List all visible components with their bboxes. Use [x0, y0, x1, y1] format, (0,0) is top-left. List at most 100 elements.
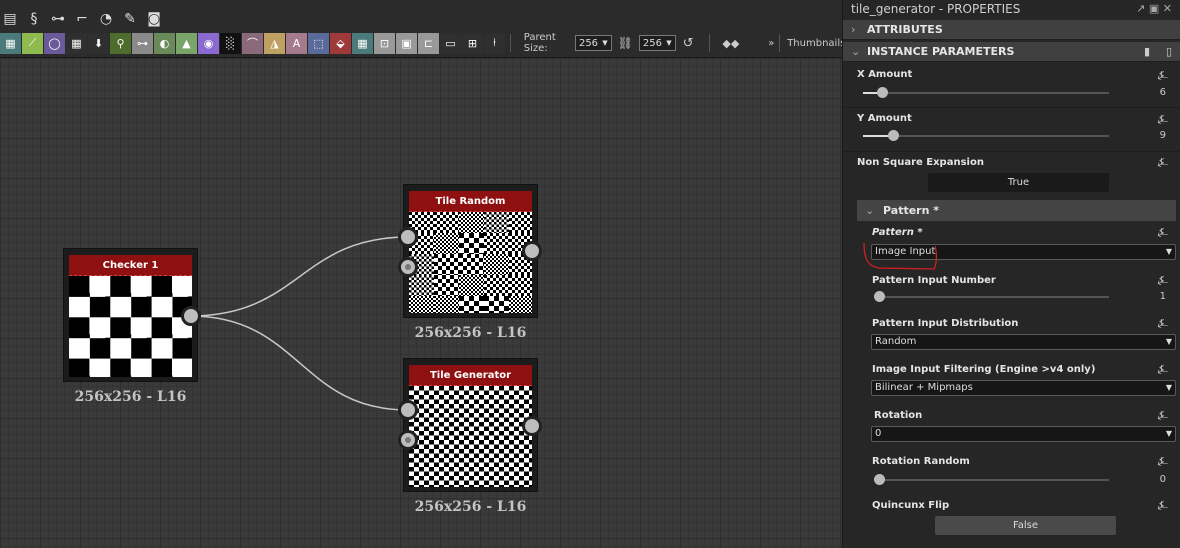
input-icon[interactable]: ⊡ — [374, 32, 395, 54]
gradient-input-icon[interactable]: ▣ — [396, 32, 417, 54]
map-icon[interactable]: ▦ — [352, 32, 373, 54]
output-port[interactable] — [522, 241, 542, 261]
tile-cell — [484, 275, 509, 296]
distribution-dropdown[interactable]: Random ▼ — [871, 334, 1176, 350]
function-icon[interactable]: ⍼ — [1158, 454, 1168, 469]
gradient-icon[interactable]: ⟋ — [22, 32, 43, 54]
grid-icon[interactable]: ▦ — [66, 32, 87, 54]
param-rotation: Rotation ⍼ 0 ▼ — [843, 406, 1180, 450]
node-info: 256x256 - L16 — [414, 325, 527, 341]
tile-cell — [509, 275, 532, 296]
param-value: 6 — [1159, 87, 1166, 98]
function-icon[interactable]: ⍼ — [1158, 362, 1168, 377]
param-y-amount: Y Amount ⍼ 9 — [843, 108, 1180, 152]
color-wheel-icon[interactable]: ◉ — [198, 32, 219, 54]
dropdown-value: 0 — [875, 428, 882, 439]
tag-icon[interactable]: ⚲ — [110, 32, 131, 54]
overflow-icon[interactable]: » — [768, 38, 774, 49]
tile-cell — [409, 275, 434, 296]
output-icon[interactable]: ⊏ — [418, 32, 439, 54]
function-icon[interactable]: ⍼ — [1158, 316, 1168, 331]
document-icon[interactable]: ▯ — [1166, 42, 1172, 62]
transform-icon[interactable]: ⬚ — [308, 32, 329, 54]
y-amount-slider[interactable] — [863, 130, 1109, 141]
dropdown-value: Bilinear + Mipmaps — [875, 382, 973, 393]
fill-icon[interactable]: ⬙ — [330, 32, 351, 54]
reset-icon[interactable]: ↺ — [683, 36, 694, 51]
rotation-random-slider[interactable] — [874, 474, 1109, 485]
input-port[interactable] — [398, 227, 418, 247]
comment-icon[interactable]: ▭ — [440, 32, 461, 54]
input-port-pattern[interactable] — [398, 257, 418, 277]
tile-cell — [459, 212, 484, 233]
python-icon[interactable]: § — [24, 9, 44, 29]
function-icon[interactable]: ⍼ — [1158, 112, 1168, 127]
tile-cell — [434, 275, 459, 296]
node-tile-generator[interactable]: Tile Generator 256x256 - L16 — [398, 358, 542, 515]
tile-cell — [484, 254, 509, 275]
section-instance-parameters[interactable]: ⌄ INSTANCE PARAMETERS ▮ ▯ — [843, 42, 1180, 62]
wire-checker-to-tile-random[interactable] — [189, 236, 409, 317]
curve-icon[interactable]: ⌒ — [242, 32, 263, 54]
function-icon[interactable]: ⍼ — [1158, 408, 1168, 423]
node-tile-random[interactable]: Tile Random 256x256 - L16 — [398, 184, 542, 341]
circle-icon[interactable]: ◯ — [44, 32, 65, 54]
wrench-icon[interactable]: ✎ — [120, 9, 140, 29]
levels-icon[interactable]: ▲ — [176, 32, 197, 54]
param-rotation-random: Rotation Random ⍼ 0 — [843, 452, 1180, 494]
param-quincunx-flip: Quincunx Flip ⍼ False — [843, 496, 1180, 548]
non-square-toggle[interactable]: True — [928, 173, 1109, 192]
input-port[interactable] — [398, 400, 418, 420]
noise-icon[interactable]: ░ — [220, 32, 241, 54]
filtering-dropdown[interactable]: Bilinear + Mipmaps ▼ — [871, 380, 1176, 396]
wire-checker-to-tile-generator[interactable] — [189, 315, 409, 411]
pin-icon[interactable]: ⍿ — [484, 32, 505, 54]
warning-icon[interactable]: ◮ — [264, 32, 285, 54]
function-icon[interactable]: ⍼ — [1158, 273, 1168, 288]
function-icon[interactable]: ⍼ — [1158, 155, 1168, 170]
path-icon[interactable]: ⌐ — [72, 9, 92, 29]
node-title: Tile Generator — [409, 365, 532, 386]
thumbnails-label: Thumbnails: — [787, 37, 849, 49]
window-controls[interactable]: ↗ ▣ ✕ — [1136, 2, 1172, 15]
dropdown-arrow-icon: ▼ — [1165, 429, 1172, 438]
rotation-dropdown[interactable]: 0 ▼ — [871, 426, 1176, 442]
node-title: Checker 1 — [69, 255, 192, 276]
group-pattern[interactable]: ⌄ Pattern * — [857, 200, 1176, 221]
function-icon[interactable]: ⍼ — [1158, 68, 1168, 83]
parent-size-width-select[interactable]: 256 ▼ — [574, 35, 612, 51]
pattern-input-number-slider[interactable] — [874, 291, 1109, 302]
section-attributes[interactable]: › ATTRIBUTES — [843, 20, 1180, 40]
param-x-amount: X Amount ⍼ 6 — [843, 64, 1180, 108]
quincunx-flip-toggle[interactable]: False — [935, 516, 1116, 535]
connector-icon[interactable]: ⊶ — [48, 9, 68, 29]
function-icon[interactable]: ⍼ — [1158, 225, 1168, 240]
chevron-down-icon: ⌄ — [851, 45, 861, 58]
x-amount-slider[interactable] — [863, 87, 1109, 98]
tile-cell — [434, 254, 459, 275]
output-port[interactable] — [522, 416, 542, 436]
connect-icon[interactable]: ◆◆ — [722, 37, 739, 50]
graph-canvas[interactable]: Checker 1 256x256 - L16 Tile Random 256x… — [0, 58, 842, 548]
layout-icon[interactable]: ▤ — [0, 9, 20, 29]
text-icon[interactable]: A — [286, 32, 307, 54]
node-checker-1[interactable]: Checker 1 256x256 - L16 — [63, 248, 201, 405]
output-port[interactable] — [181, 306, 201, 326]
screenshot-icon[interactable]: ◙ — [144, 9, 164, 29]
param-label: Rotation — [874, 410, 923, 421]
function-icon[interactable]: ⍼ — [1158, 498, 1168, 513]
section-label: INSTANCE PARAMETERS — [867, 45, 1015, 58]
link-icon[interactable]: ⊶ — [132, 32, 153, 54]
timer-icon[interactable]: ◔ — [96, 9, 116, 29]
input-port-pattern[interactable] — [398, 430, 418, 450]
toolbar-row-2: ▦ ⟋ ◯ ▦ ⬇ ⚲ ⊶ ◐ ▲ ◉ ░ ⌒ ◮ A ⬚ ⬙ ▦ ⊡ ▣ ⊏ ▭ ⊞ ⍿ Parent Size: 256… — [0, 32, 849, 54]
param-value: 1 — [1159, 291, 1166, 302]
link-icon[interactable]: ⛓ — [618, 36, 633, 50]
blend-icon[interactable]: ◐ — [154, 32, 175, 54]
map-icon[interactable]: ▦ — [0, 32, 21, 54]
import-icon[interactable]: ⬇ — [88, 32, 109, 54]
preset-icon[interactable]: ▮ — [1144, 42, 1150, 62]
parent-size-height-select[interactable]: 256 ▼ — [638, 35, 676, 51]
graph-icon[interactable]: ⊞ — [462, 32, 483, 54]
param-value: 9 — [1159, 130, 1166, 141]
